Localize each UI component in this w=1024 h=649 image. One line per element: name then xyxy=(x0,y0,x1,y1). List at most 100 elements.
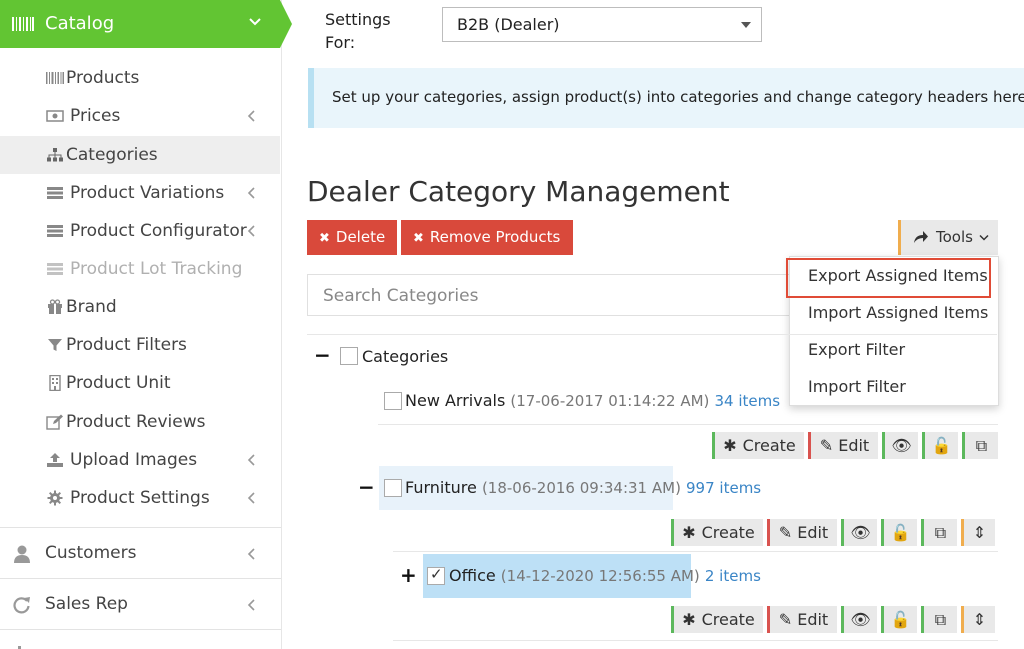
money-icon xyxy=(46,110,64,122)
create-label: Create xyxy=(701,523,755,542)
sidebar-item-label: Categories xyxy=(66,145,158,165)
edit-button[interactable]: ✎ Edit xyxy=(767,519,837,546)
sidebar-item-label: Products xyxy=(66,68,140,88)
tree-node-furniture[interactable]: Furniture (18-06-2016 09:34:31 AM) 997 i… xyxy=(405,478,761,497)
create-label: Create xyxy=(701,610,755,629)
menu-item-export-filter[interactable]: Export Filter xyxy=(808,340,905,359)
checkbox-furniture[interactable] xyxy=(384,479,402,497)
edit-label: Edit xyxy=(838,436,870,455)
sidebar-item-brand[interactable]: Brand xyxy=(0,288,280,326)
tree-node-new-arrivals[interactable]: New Arrivals (17-06-2017 01:14:22 AM) 34… xyxy=(405,391,780,410)
unlock-icon: 🔓 xyxy=(890,610,911,629)
sort-button[interactable]: ⇕ xyxy=(961,519,995,546)
close-icon: ✖ xyxy=(413,231,424,246)
copy-button[interactable]: ⧉ xyxy=(962,432,998,459)
info-banner-text: Set up your categories, assign product(s… xyxy=(332,88,1024,106)
sort-icon: ⇕ xyxy=(972,610,987,629)
unlock-icon: 🔓 xyxy=(931,436,952,455)
sort-button[interactable]: ⇕ xyxy=(961,606,995,633)
sidebar-item-sales-rep[interactable]: Sales Rep xyxy=(0,582,280,626)
chevron-down-icon xyxy=(249,18,261,26)
delete-button[interactable]: ✖ Delete xyxy=(307,220,397,255)
sidebar-item-label: Product Filters xyxy=(66,335,187,355)
building-icon xyxy=(49,375,61,391)
gift-icon xyxy=(48,299,62,314)
list-icon xyxy=(47,263,63,275)
expand-toggle-icon[interactable]: + xyxy=(400,563,417,587)
sidebar-item-product-unit[interactable]: Product Unit xyxy=(0,364,280,402)
tree-node-label: Office xyxy=(449,566,496,585)
sidebar-item-label: Product Lot Tracking xyxy=(70,259,243,279)
sidebar-item-product-settings[interactable]: Product Settings xyxy=(0,479,280,517)
collapse-toggle-icon[interactable]: − xyxy=(314,343,331,367)
barcode-icon xyxy=(12,17,34,31)
remove-products-label: Remove Products xyxy=(429,228,561,246)
edit-label: Edit xyxy=(797,610,829,629)
create-label: Create xyxy=(742,436,796,455)
sidebar-item-product-filters[interactable]: Product Filters xyxy=(0,326,280,364)
tree-node-date: (18-06-2016 09:34:31 AM) xyxy=(481,479,681,497)
sidebar-item-product-configurator[interactable]: Product Configurator xyxy=(0,212,280,250)
search-categories-input[interactable]: Search Categories xyxy=(307,274,807,316)
chevron-left-icon xyxy=(247,110,255,122)
edit-button[interactable]: ✎ Edit xyxy=(808,432,878,459)
sidebar-item-label: Customers xyxy=(45,543,137,563)
checkbox-office[interactable] xyxy=(427,565,445,585)
create-button[interactable]: ✱ Create xyxy=(671,606,763,633)
tree-node-count-link[interactable]: 2 items xyxy=(705,567,761,585)
copy-button[interactable]: ⧉ xyxy=(921,606,957,633)
sidebar-item-prices[interactable]: Prices xyxy=(0,97,280,135)
unlock-button[interactable]: 🔓 xyxy=(922,432,958,459)
sidebar-header-label: Catalog xyxy=(45,13,115,34)
create-button[interactable]: ✱ Create xyxy=(671,519,763,546)
remove-products-button[interactable]: ✖ Remove Products xyxy=(401,220,573,255)
chevron-left-icon xyxy=(247,187,255,199)
checkbox-new-arrivals[interactable] xyxy=(384,392,402,410)
sidebar-item-products[interactable]: Products xyxy=(0,59,280,97)
sidebar-item-product-lot-tracking[interactable]: Product Lot Tracking xyxy=(0,250,280,288)
chevron-left-icon xyxy=(247,225,255,237)
tools-button[interactable]: Tools xyxy=(898,220,998,255)
view-button[interactable]: 👁 xyxy=(841,606,877,633)
view-button[interactable]: 👁 xyxy=(882,432,918,459)
unlock-button[interactable]: 🔓 xyxy=(881,519,917,546)
tree-node-count-link[interactable]: 997 items xyxy=(686,479,761,497)
tree-node-label: New Arrivals xyxy=(405,391,506,410)
create-button[interactable]: ✱ Create xyxy=(712,432,804,459)
sidebar-item-label: Sales Rep xyxy=(45,594,128,614)
menu-item-import-filter[interactable]: Import Filter xyxy=(808,377,906,396)
sidebar-item-customers[interactable]: Customers xyxy=(0,531,280,575)
sidebar-item-categories[interactable]: Categories xyxy=(0,136,280,174)
checkbox-categories[interactable] xyxy=(340,347,358,365)
sidebar-item-product-variations[interactable]: Product Variations xyxy=(0,174,280,212)
chart-icon xyxy=(12,640,28,649)
settings-for-select[interactable]: B2B (Dealer) xyxy=(442,7,762,42)
eye-icon: 👁 xyxy=(850,610,871,629)
settings-label-line2: For: xyxy=(325,33,356,52)
upload-icon xyxy=(47,453,63,467)
divider xyxy=(307,334,997,335)
divider xyxy=(393,640,998,641)
unlock-button[interactable]: 🔓 xyxy=(881,606,917,633)
barcode-icon xyxy=(46,72,64,84)
sidebar-header-catalog[interactable]: Catalog xyxy=(0,0,292,48)
tree-node-office[interactable]: Office (14-12-2020 12:56:55 AM) 2 items xyxy=(449,566,761,585)
edit-icon: ✎ xyxy=(778,610,793,629)
edit-button[interactable]: ✎ Edit xyxy=(767,606,837,633)
menu-item-export-assigned-items[interactable]: Export Assigned Items xyxy=(808,266,988,285)
chevron-left-icon xyxy=(247,548,255,560)
edit-icon: ✎ xyxy=(819,436,834,455)
sidebar-item-label: Product Unit xyxy=(66,373,171,393)
refresh-icon xyxy=(13,597,30,614)
actions-new-arrivals: ✱ Create ✎ Edit 👁 🔓 ⧉ xyxy=(712,432,998,459)
sidebar-item-upload-images[interactable]: Upload Images xyxy=(0,441,280,479)
view-button[interactable]: 👁 xyxy=(841,519,877,546)
eye-icon: 👁 xyxy=(891,436,912,455)
sidebar-item-product-reviews[interactable]: Product Reviews xyxy=(0,403,280,441)
tools-menu: Export Assigned Items Import Assigned It… xyxy=(786,256,999,406)
menu-item-import-assigned-items[interactable]: Import Assigned Items xyxy=(808,303,988,322)
copy-button[interactable]: ⧉ xyxy=(921,519,957,546)
collapse-toggle-icon[interactable]: − xyxy=(358,475,375,499)
tree-node-root[interactable]: Categories xyxy=(362,347,448,366)
tree-node-count-link[interactable]: 34 items xyxy=(714,392,780,410)
